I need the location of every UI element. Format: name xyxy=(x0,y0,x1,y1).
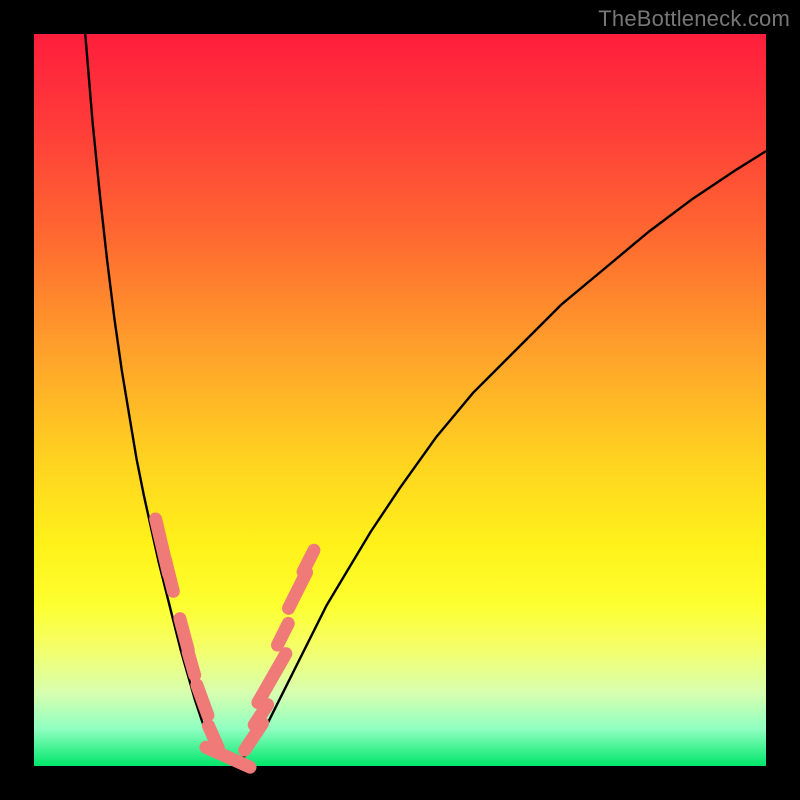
curve-marker xyxy=(277,623,288,645)
curve-marker xyxy=(180,619,188,650)
watermark-text: TheBottleneck.com xyxy=(598,6,790,32)
curve-marker xyxy=(166,560,174,591)
curve-marker xyxy=(188,652,195,675)
chart-svg xyxy=(34,34,766,766)
chart-frame: TheBottleneck.com xyxy=(0,0,800,800)
curve-marker xyxy=(303,550,314,572)
plot-area xyxy=(34,34,766,766)
